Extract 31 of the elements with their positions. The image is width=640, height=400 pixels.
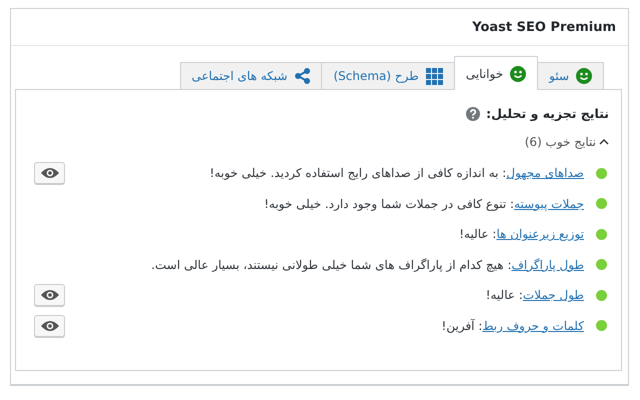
eye-icon bbox=[40, 166, 60, 180]
tab[interactable]: خوانایی bbox=[454, 56, 538, 90]
smiley-icon bbox=[576, 68, 592, 84]
smiley-icon bbox=[510, 66, 526, 82]
result-link[interactable]: کلمات و حروف ربط bbox=[482, 318, 584, 333]
result-text: جملات پیوسته: تنوع کافی در جملات شما وجود دارد. خیلی خوبه! bbox=[264, 196, 584, 211]
result-text: کلمات و حروف ربط: آفرین! bbox=[442, 318, 584, 333]
result-link[interactable]: جملات پیوسته bbox=[514, 196, 584, 211]
result-text: صداهای مجهول: به اندازه کافی از صداهای رایج استفاده کردید. خیلی خوبه! bbox=[210, 166, 584, 180]
grid-icon bbox=[426, 68, 443, 84]
result-text: طول جملات: عالیه! bbox=[486, 288, 584, 302]
caret-icon bbox=[599, 138, 609, 146]
highlight-button[interactable] bbox=[34, 284, 65, 306]
result-link[interactable]: صداهای مجهول bbox=[506, 166, 584, 180]
eye-icon bbox=[40, 318, 60, 333]
highlight-button[interactable] bbox=[34, 162, 65, 184]
share-icon bbox=[294, 68, 310, 84]
help-icon bbox=[466, 106, 480, 120]
tab[interactable]: شبکه های اجتماعی bbox=[180, 62, 322, 89]
result-link[interactable]: طول جملات bbox=[522, 288, 584, 302]
result-link[interactable]: طول پاراگراف bbox=[511, 258, 584, 272]
tab[interactable]: طرح (Schema) bbox=[321, 62, 455, 89]
section-heading: نتایج تجزیه و تحلیل: bbox=[486, 106, 609, 121]
panel-title: Yoast SEO Premium bbox=[11, 9, 628, 46]
results-group-toggle[interactable]: نتایج خوب (6) bbox=[524, 135, 609, 149]
highlight-button[interactable] bbox=[34, 314, 65, 337]
eye-icon bbox=[40, 288, 60, 302]
tab[interactable]: سئو bbox=[537, 62, 604, 89]
result-text: طول پاراگراف: هیچ کدام از پاراگراف های شما خیلی طولانی نیستند، بسیار عالی است. bbox=[151, 258, 584, 272]
result-link[interactable]: توزیع زیرعنوان ها bbox=[496, 227, 584, 242]
result-text: توزیع زیرعنوان ها: عالیه! bbox=[459, 227, 584, 242]
